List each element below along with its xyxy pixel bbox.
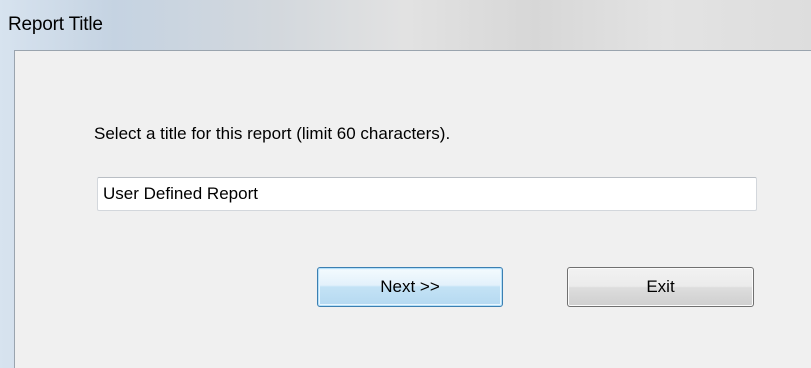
report-title-window: Report Title Select a title for this rep…: [0, 0, 811, 368]
title-bar[interactable]: Report Title: [0, 0, 811, 50]
report-title-input[interactable]: [97, 177, 757, 211]
title-prompt-label: Select a title for this report (limit 60…: [94, 124, 451, 143]
next-button[interactable]: Next >>: [317, 267, 503, 307]
dialog-client-area: Select a title for this report (limit 60…: [14, 50, 811, 368]
window-title: Report Title: [8, 14, 103, 35]
exit-button[interactable]: Exit: [567, 267, 754, 307]
